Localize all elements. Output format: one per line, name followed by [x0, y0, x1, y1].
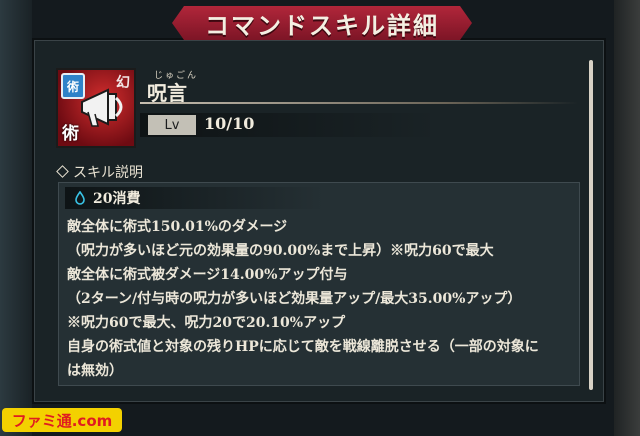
cost-text: 20消費 — [93, 191, 141, 207]
diamond-icon — [56, 165, 69, 178]
background-right — [614, 0, 640, 436]
megaphone-icon — [81, 88, 123, 127]
section-heading: スキル説明 — [56, 162, 143, 182]
orb-icon — [75, 191, 85, 205]
page-title: コマンドスキル詳細 — [205, 11, 439, 40]
scrollbar[interactable] — [589, 60, 593, 390]
skill-category-label: 術 — [62, 124, 79, 144]
description-line: （2ターン/付与時の呪力が多いほど効果量アップ/最大35.00%アップ） — [67, 291, 522, 307]
description-line: （呪力が多いほど元の効果量の90.00%まで上昇）※呪力60で最大 — [67, 243, 494, 259]
watermark-logo: ファミ通.com — [2, 408, 122, 432]
description-line: は無効） — [67, 363, 123, 379]
skill-icon: 術 幻 術 — [56, 68, 136, 148]
description-box[interactable]: 20消費 敵全体に術式150.01%のダメージ （呪力が多いほど元の効果量の90… — [58, 182, 580, 386]
description-line: 敵全体に術式150.01%のダメージ — [67, 219, 288, 235]
background-left — [0, 0, 32, 436]
level-label: Lv — [148, 115, 196, 135]
description-text: 敵全体に術式150.01%のダメージ （呪力が多いほど元の効果量の90.00%ま… — [67, 215, 571, 383]
description-line: 自身の術式値と対象の残りHPに応じて敵を戦線離脱させる（一部の対象に — [67, 339, 539, 355]
section-label: スキル説明 — [73, 165, 143, 181]
description-line: 敵全体に術式被ダメージ14.00%アップ付与 — [67, 267, 348, 283]
title-banner: コマンドスキル詳細 — [172, 6, 472, 40]
divider — [140, 102, 578, 104]
level-value: 10/10 — [204, 114, 255, 133]
cost-row: 20消費 — [65, 187, 325, 209]
description-line: ※呪力60で最大、呪力20で20.10%アップ — [67, 315, 346, 331]
